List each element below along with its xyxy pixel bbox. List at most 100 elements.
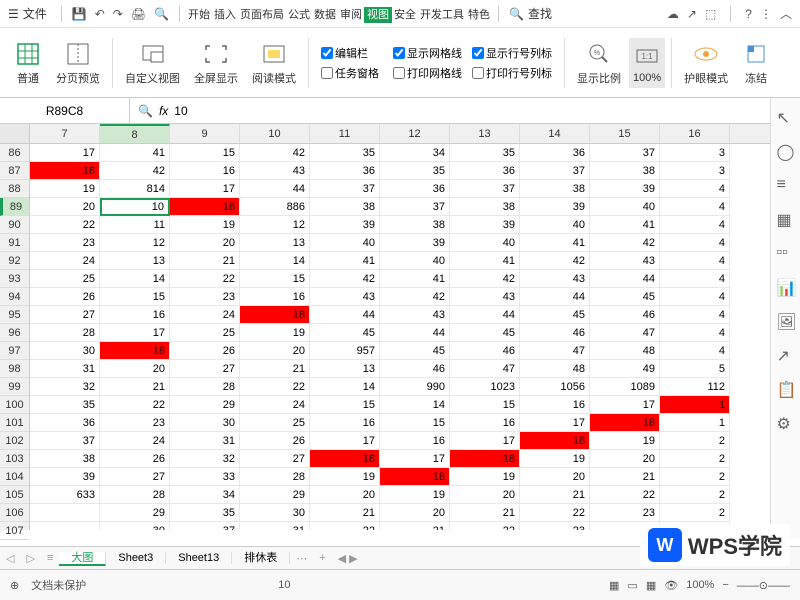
cell[interactable]: 37 [520,162,590,180]
row-header[interactable]: 103 [0,450,29,468]
cell[interactable]: 44 [380,324,450,342]
cell[interactable]: 17 [30,144,100,162]
cell[interactable]: 1 [660,396,730,414]
cell[interactable]: 42 [450,270,520,288]
cell[interactable]: 40 [310,234,380,252]
menu-tab-3[interactable]: 公式 [286,7,312,23]
cell[interactable]: 44 [240,180,310,198]
cell[interactable]: 633 [30,486,100,504]
cell[interactable]: 20 [590,450,660,468]
gear-icon[interactable]: ⚙ [777,414,795,432]
col-header[interactable]: 10 [240,124,310,143]
cell[interactable]: 28 [240,468,310,486]
image-icon[interactable]: 🖼 [777,312,795,330]
sheet-scroll-icon[interactable]: ◀ ▶ [332,552,364,565]
cell[interactable]: 42 [100,162,170,180]
cell[interactable]: 24 [30,252,100,270]
cell[interactable]: 19 [520,450,590,468]
row-header[interactable]: 98 [0,360,29,378]
print-headers-checkbox[interactable]: 打印行号列标 [472,65,552,81]
cell[interactable]: 36 [520,144,590,162]
cell[interactable]: 13 [240,234,310,252]
cells-area[interactable]: 1741154235343536373184216433635363738319… [30,144,800,530]
view-normal-icon[interactable]: ▦ [609,579,619,592]
cell[interactable]: 25 [170,324,240,342]
cell[interactable]: 19 [30,180,100,198]
cell[interactable]: 35 [310,144,380,162]
cell[interactable]: 40 [590,198,660,216]
menu-icon[interactable]: ☰ [8,7,19,21]
fx-icon[interactable]: fx [159,104,168,118]
cell[interactable]: 39 [520,198,590,216]
help-icon[interactable]: ? [745,7,752,21]
cell[interactable]: 46 [590,306,660,324]
next-sheet-button[interactable]: ▷ [20,552,40,565]
cell[interactable]: 19 [450,468,520,486]
cell[interactable]: 22 [100,396,170,414]
cell[interactable]: 37 [380,198,450,216]
export-icon[interactable]: ↗ [777,346,795,364]
eye-status-icon[interactable]: 👁 [664,579,678,592]
cell[interactable]: 39 [30,468,100,486]
cell[interactable]: 14 [240,252,310,270]
cell[interactable]: 45 [590,288,660,306]
col-header[interactable]: 15 [590,124,660,143]
cell[interactable]: 43 [240,162,310,180]
cell[interactable]: 4 [660,342,730,360]
cell[interactable]: 38 [520,180,590,198]
sheet-tab[interactable]: 排休表 [232,552,290,564]
cell[interactable]: 21 [520,486,590,504]
cell[interactable]: 20 [520,468,590,486]
cell[interactable]: 2 [660,468,730,486]
cell[interactable]: 34 [380,144,450,162]
row-header[interactable]: 87 [0,162,29,180]
cell[interactable]: 1023 [450,378,520,396]
cell[interactable]: 45 [450,324,520,342]
more-sheets-icon[interactable]: ⋯ [290,552,313,565]
cell[interactable]: 22 [30,216,100,234]
cell[interactable]: 41 [520,234,590,252]
share-icon[interactable]: ↗ [687,7,697,21]
cell[interactable]: 29 [100,504,170,522]
cell[interactable]: 16 [380,432,450,450]
undo-icon[interactable]: ↶ [95,7,105,21]
cell[interactable]: 42 [590,234,660,252]
row-header[interactable]: 88 [0,180,29,198]
cell[interactable]: 4 [660,216,730,234]
cell[interactable]: 886 [240,198,310,216]
collapse-status-icon[interactable]: ⊕ [10,579,19,592]
cell[interactable]: 43 [380,306,450,324]
cell[interactable]: 16 [310,414,380,432]
cell[interactable]: 45 [520,306,590,324]
cell[interactable]: 38 [310,198,380,216]
cell[interactable]: 37 [30,432,100,450]
cell[interactable]: 18 [310,450,380,468]
cell[interactable]: 30 [100,522,170,530]
cell[interactable]: 21 [240,360,310,378]
cell[interactable]: 23 [100,414,170,432]
expand-icon[interactable]: 🔍 [138,104,153,118]
file-menu[interactable]: 文件 [23,5,47,22]
cell[interactable]: 957 [310,342,380,360]
page-break-button[interactable]: 分页预览 [50,40,106,86]
row-header[interactable]: 97 [0,342,29,360]
cell[interactable]: 22 [520,504,590,522]
cell[interactable]: 33 [170,468,240,486]
cell[interactable]: 44 [590,270,660,288]
sheet-list-button[interactable]: ≡ [41,552,59,564]
row-header[interactable]: 99 [0,378,29,396]
cell[interactable]: 35 [380,162,450,180]
cloud-icon[interactable]: ☁ [667,7,679,21]
cell[interactable]: 46 [380,360,450,378]
cell[interactable]: 20 [310,486,380,504]
cell[interactable]: 20 [100,360,170,378]
cell[interactable]: 46 [450,342,520,360]
show-headers-checkbox[interactable]: 显示行号列标 [472,45,552,61]
row-header[interactable]: 100 [0,396,29,414]
cell[interactable]: 3 [660,162,730,180]
cell[interactable]: 2 [660,450,730,468]
cell[interactable]: 21 [450,504,520,522]
cell[interactable]: 42 [310,270,380,288]
table-icon[interactable]: ▦ [777,210,795,228]
row-header[interactable]: 94 [0,288,29,306]
